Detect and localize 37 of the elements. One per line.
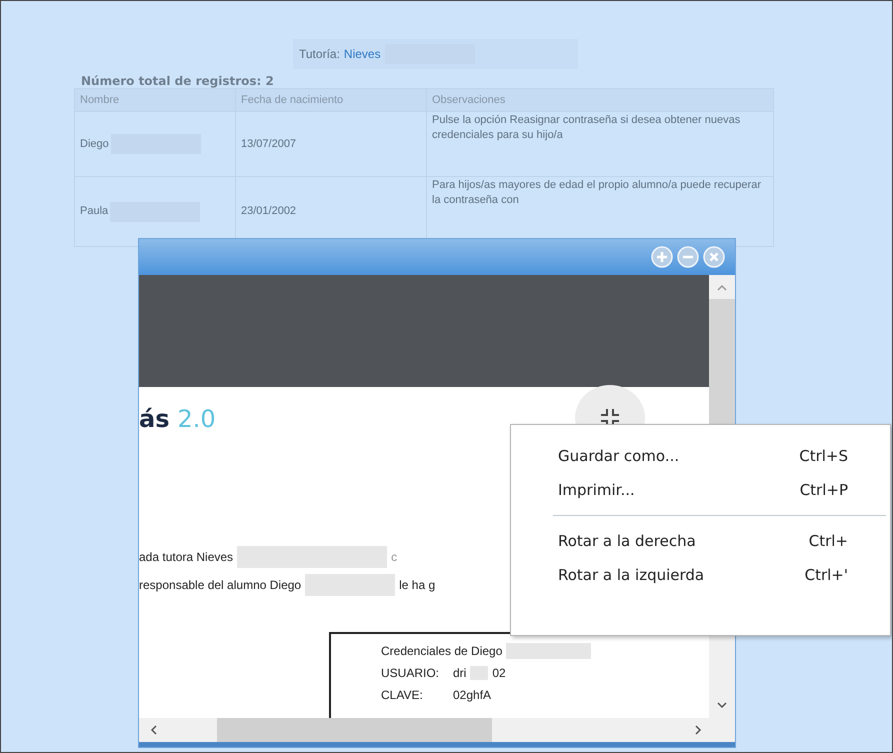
plus-icon	[651, 246, 673, 268]
field-value: 02	[492, 666, 506, 680]
table-cell: 13/07/2007	[241, 138, 296, 150]
logo-version: 2.0	[177, 405, 216, 433]
menu-item[interactable]: Imprimir... Ctrl+P	[511, 473, 890, 507]
logo-text: ás	[139, 405, 170, 433]
close-icon	[703, 246, 725, 268]
credentials-title: Credenciales de Diego	[381, 644, 502, 658]
close-button[interactable]	[703, 246, 725, 268]
zoom-in-button[interactable]	[651, 246, 673, 268]
zoom-out-button[interactable]	[677, 246, 699, 268]
table-cell: Pulse la opción Reasignar contraseña si desea obtener nuevas credenciales para su hijo/a	[432, 114, 740, 141]
record-count: Número total de registros: 2	[81, 74, 275, 88]
table-cell: Diego	[80, 136, 109, 152]
field-label: USUARIO:	[381, 666, 440, 680]
column-header: Fecha de nacimiento	[236, 88, 426, 112]
table-cell: Paula	[80, 204, 108, 219]
tutor-label: Tutoría:	[299, 47, 340, 61]
column-header: Observaciones	[426, 88, 774, 112]
letter-text: c	[391, 550, 398, 564]
horizontal-scrollbar[interactable]	[139, 718, 735, 742]
letter-text: le ha g	[399, 578, 436, 592]
table-cell: 23/01/2002	[241, 205, 296, 217]
scrollbar-thumb[interactable]	[217, 718, 492, 742]
redacted-block	[470, 666, 488, 680]
table-cell: Para hijos/as mayores de edad el propio alumno/a puede recuperar la contraseña con	[432, 179, 761, 206]
tutor-name: Nieves	[344, 47, 381, 61]
minus-icon	[677, 246, 699, 268]
menu-item[interactable]: Rotar a la izquierda Ctrl+'	[511, 558, 890, 592]
field-value: dri	[453, 666, 466, 680]
field-label: CLAVE:	[381, 688, 424, 702]
field-value: 02ghfA	[453, 688, 492, 702]
menu-item[interactable]: Guardar como... Ctrl+S	[511, 439, 890, 473]
letter-text: ada tutora Nieves	[139, 550, 234, 564]
column-header: Nombre	[74, 88, 236, 112]
letter-text: responsable del alumno Diego	[139, 578, 302, 592]
menu-item[interactable]: Rotar a la derecha Ctrl+	[511, 524, 890, 558]
